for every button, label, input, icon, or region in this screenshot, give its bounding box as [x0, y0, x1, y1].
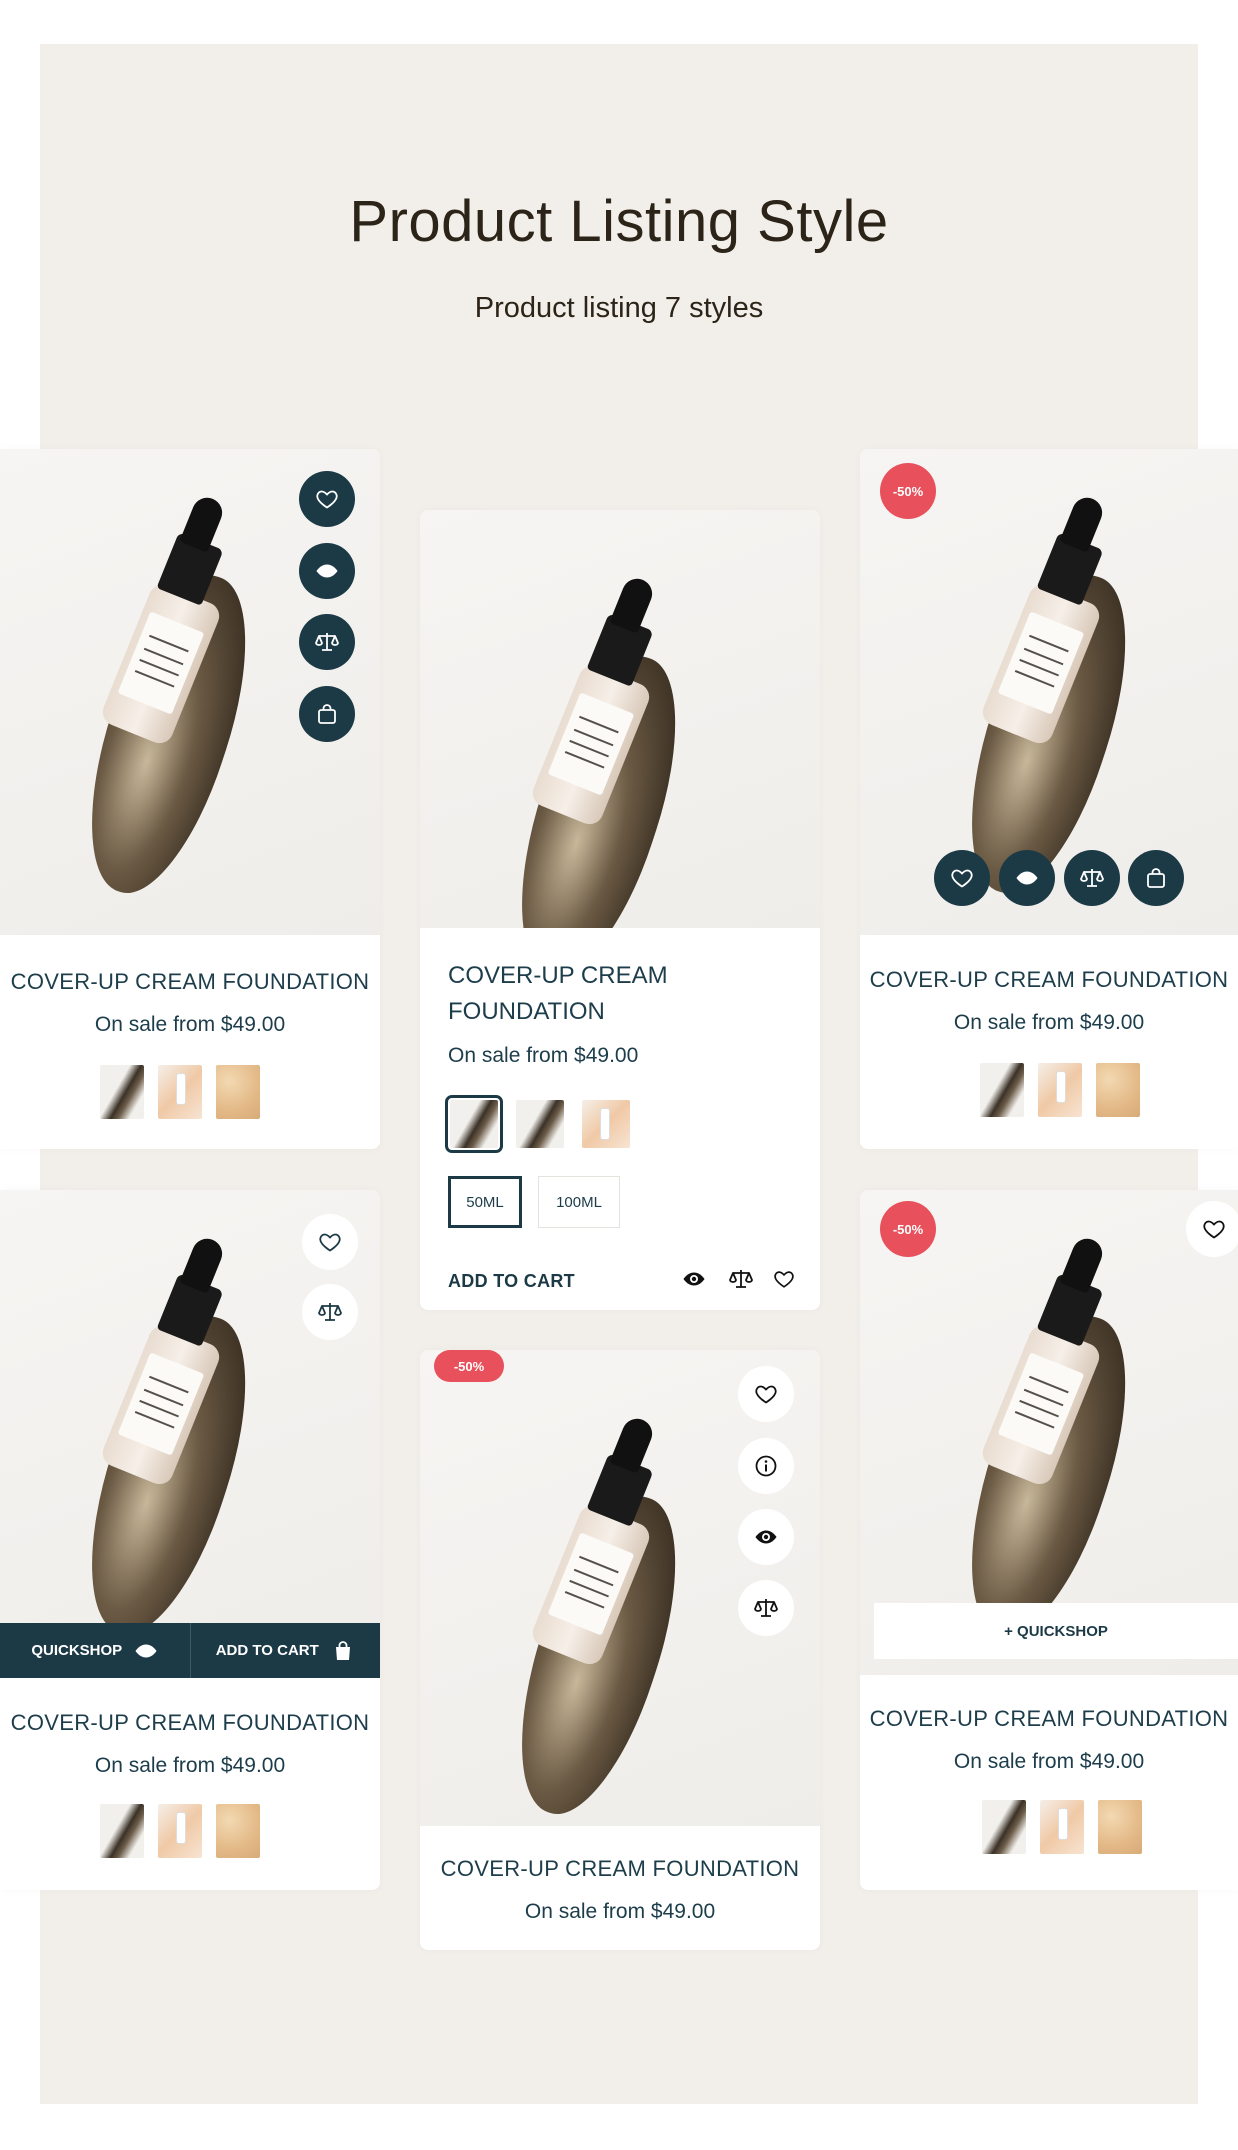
swatch-peach[interactable] [158, 1065, 202, 1119]
compare-button[interactable] [299, 614, 355, 670]
add-to-cart-button[interactable] [299, 686, 355, 742]
size-option-50ml[interactable]: 50ML [448, 1176, 522, 1228]
swatch-peach[interactable] [158, 1804, 202, 1858]
product-title[interactable]: COVER-UP CREAM FOUNDATION [0, 969, 380, 995]
scale-icon [318, 1300, 342, 1324]
compare-button[interactable] [302, 1284, 358, 1340]
swatch-peach[interactable] [1038, 1063, 1082, 1117]
add-to-cart-link[interactable]: ADD TO CART [448, 1271, 575, 1292]
swatch-dark-selected[interactable] [445, 1095, 503, 1153]
quickview-button[interactable] [738, 1509, 794, 1565]
scale-icon [729, 1267, 753, 1291]
wishlist-button[interactable] [1186, 1201, 1238, 1257]
heart-icon [950, 866, 974, 890]
product-title-line-1: COVER-UP CREAM [448, 962, 668, 989]
color-swatches [100, 1065, 260, 1119]
page-subtitle: Product listing 7 styles [474, 292, 764, 324]
color-swatches [980, 1063, 1140, 1117]
heart-icon [1202, 1217, 1226, 1241]
quickview-button[interactable] [680, 1265, 708, 1293]
page-title: Product Listing Style [349, 189, 889, 254]
shopping-bag-icon [1144, 866, 1168, 890]
swatch-tan[interactable] [216, 1065, 260, 1119]
product-image[interactable] [0, 1190, 380, 1678]
product-title[interactable]: COVER-UP CREAM FOUNDATION [0, 1710, 380, 1736]
product-card-style-2[interactable]: COVER-UP CREAM FOUNDATION On sale from $… [420, 510, 820, 1310]
swatch-dark[interactable] [100, 1804, 144, 1858]
discount-badge: -50% [880, 463, 936, 519]
action-bar: QUICKSHOP ADD TO CART [0, 1623, 380, 1678]
compare-button[interactable] [1064, 850, 1120, 906]
product-card-style-1[interactable]: COVER-UP CREAM FOUNDATION On sale from $… [0, 449, 380, 1149]
eye-icon [134, 1639, 158, 1663]
product-price: On sale from $49.00 [524, 1900, 716, 1923]
compare-button[interactable] [738, 1580, 794, 1636]
product-image[interactable] [0, 449, 380, 935]
swatch-tan[interactable] [1096, 1063, 1140, 1117]
heart-icon [315, 487, 339, 511]
wishlist-button[interactable] [934, 850, 990, 906]
wishlist-button[interactable] [299, 471, 355, 527]
info-button[interactable] [738, 1438, 794, 1494]
heart-icon [773, 1268, 795, 1290]
product-card-style-6[interactable]: -50% + QUICKSHOP COVER-UP CREAM FOUNDATI… [860, 1190, 1238, 1890]
info-icon [754, 1454, 778, 1478]
product-price: On sale from $49.00 [953, 1011, 1145, 1034]
heart-icon [754, 1382, 778, 1406]
shopping-bag-icon [315, 702, 339, 726]
product-card-style-3[interactable]: -50% COVER-UP CREAM FOUNDATION On sale f… [860, 449, 1238, 1149]
swatch-peach[interactable] [1040, 1800, 1084, 1854]
quickshop-button[interactable]: + QUICKSHOP [874, 1603, 1238, 1659]
color-swatches [100, 1804, 260, 1858]
swatch-peach[interactable] [582, 1100, 630, 1148]
product-card-style-5[interactable]: -50% COVER-UP CREAM FOUNDATION On sale f… [420, 1350, 820, 1950]
scale-icon [754, 1596, 778, 1620]
discount-badge: -50% [880, 1201, 936, 1257]
quickview-button[interactable] [299, 543, 355, 599]
size-option-100ml[interactable]: 100ML [538, 1176, 620, 1228]
swatch-tan[interactable] [216, 1804, 260, 1858]
discount-badge: -50% [434, 1350, 504, 1382]
wishlist-button[interactable] [770, 1265, 798, 1293]
product-title[interactable]: COVER-UP CREAM FOUNDATION [448, 958, 668, 1030]
product-image[interactable]: -50% + QUICKSHOP [860, 1190, 1238, 1675]
product-image[interactable] [420, 510, 820, 928]
color-swatches [982, 1800, 1142, 1854]
product-price: On sale from $49.00 [448, 1044, 639, 1067]
swatch-dark[interactable] [980, 1063, 1024, 1117]
product-price: On sale from $49.00 [94, 1013, 286, 1036]
product-image[interactable]: -50% [860, 449, 1238, 935]
add-to-cart-label: ADD TO CART [215, 1642, 319, 1659]
product-title[interactable]: COVER-UP CREAM FOUNDATION [420, 1856, 820, 1882]
quickshop-label: + QUICKSHOP [1004, 1622, 1108, 1640]
quickshop-label: QUICKSHOP [31, 1642, 123, 1659]
wishlist-button[interactable] [302, 1214, 358, 1270]
product-title[interactable]: COVER-UP CREAM FOUNDATION [860, 1706, 1238, 1732]
product-title-line-2: FOUNDATION [448, 998, 605, 1025]
eye-icon [315, 559, 339, 583]
eye-icon [1015, 866, 1039, 890]
product-card-style-4[interactable]: QUICKSHOP ADD TO CART COVER-UP CREAM FOU… [0, 1190, 380, 1890]
color-swatches [445, 1095, 630, 1153]
add-to-cart-button[interactable]: ADD TO CART [189, 1623, 381, 1678]
add-to-cart-button[interactable] [1128, 850, 1184, 906]
wishlist-button[interactable] [738, 1366, 794, 1422]
swatch-dark[interactable] [516, 1100, 564, 1148]
shopping-bag-icon [331, 1639, 355, 1663]
eye-icon [754, 1525, 778, 1549]
product-price: On sale from $49.00 [94, 1754, 286, 1777]
swatch-dark[interactable] [100, 1065, 144, 1119]
swatch-dark[interactable] [982, 1800, 1026, 1854]
product-image[interactable]: -50% [420, 1350, 820, 1826]
quickview-button[interactable] [999, 850, 1055, 906]
quickshop-button[interactable]: QUICKSHOP [0, 1623, 190, 1678]
heart-icon [318, 1230, 342, 1254]
eye-icon [682, 1267, 706, 1291]
scale-icon [1080, 866, 1104, 890]
product-price: On sale from $49.00 [953, 1750, 1145, 1773]
product-title[interactable]: COVER-UP CREAM FOUNDATION [860, 967, 1238, 993]
compare-button[interactable] [727, 1265, 755, 1293]
swatch-tan[interactable] [1098, 1800, 1142, 1854]
scale-icon [315, 630, 339, 654]
